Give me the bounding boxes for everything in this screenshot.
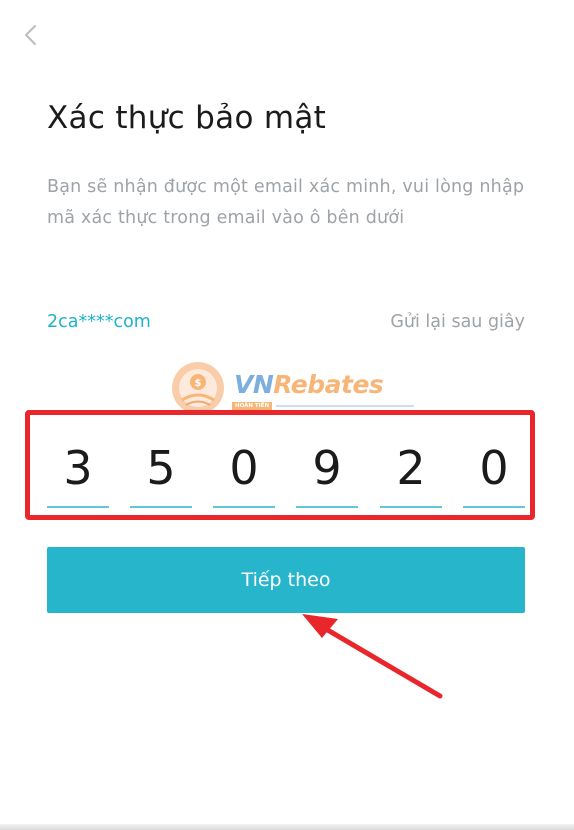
masked-email: 2ca****com <box>47 312 151 332</box>
watermark-tagline-line <box>276 405 415 407</box>
page-description: Bạn sẽ nhận được một email xác minh, vui… <box>47 177 525 228</box>
code-digit-3[interactable]: 0 <box>213 430 275 508</box>
verification-screen: Xác thực bảo mật Bạn sẽ nhận được một em… <box>0 0 574 830</box>
back-button[interactable] <box>14 18 48 52</box>
code-digit-2[interactable]: 5 <box>130 430 192 508</box>
svg-text:$: $ <box>195 378 202 389</box>
code-digit-6[interactable]: 0 <box>463 430 525 508</box>
annotation-arrow-icon <box>302 614 443 699</box>
watermark-tagline: HOÀN TIỀN <box>232 402 415 410</box>
watermark-brand: VNRebates <box>234 370 384 399</box>
code-digit-4[interactable]: 9 <box>296 430 358 508</box>
resend-code-link[interactable]: Gửi lại sau giây <box>390 312 525 332</box>
code-digit-1[interactable]: 3 <box>47 430 109 508</box>
watermark-badge: HOÀN TIỀN <box>232 402 273 410</box>
watermark: $ VNRebates HOÀN TIỀN <box>168 360 415 416</box>
next-button[interactable]: Tiếp theo <box>47 547 525 613</box>
watermark-brand-vn: VN <box>234 370 274 399</box>
watermark-brand-rebates: Rebates <box>273 370 384 399</box>
email-row: 2ca****com Gửi lại sau giây <box>47 312 525 338</box>
code-digit-5[interactable]: 2 <box>380 430 442 508</box>
bottom-edge <box>0 824 574 830</box>
page-title: Xác thực bảo mật <box>47 100 327 136</box>
coin-logo-icon: $ <box>172 362 224 414</box>
chevron-left-icon <box>25 25 36 45</box>
